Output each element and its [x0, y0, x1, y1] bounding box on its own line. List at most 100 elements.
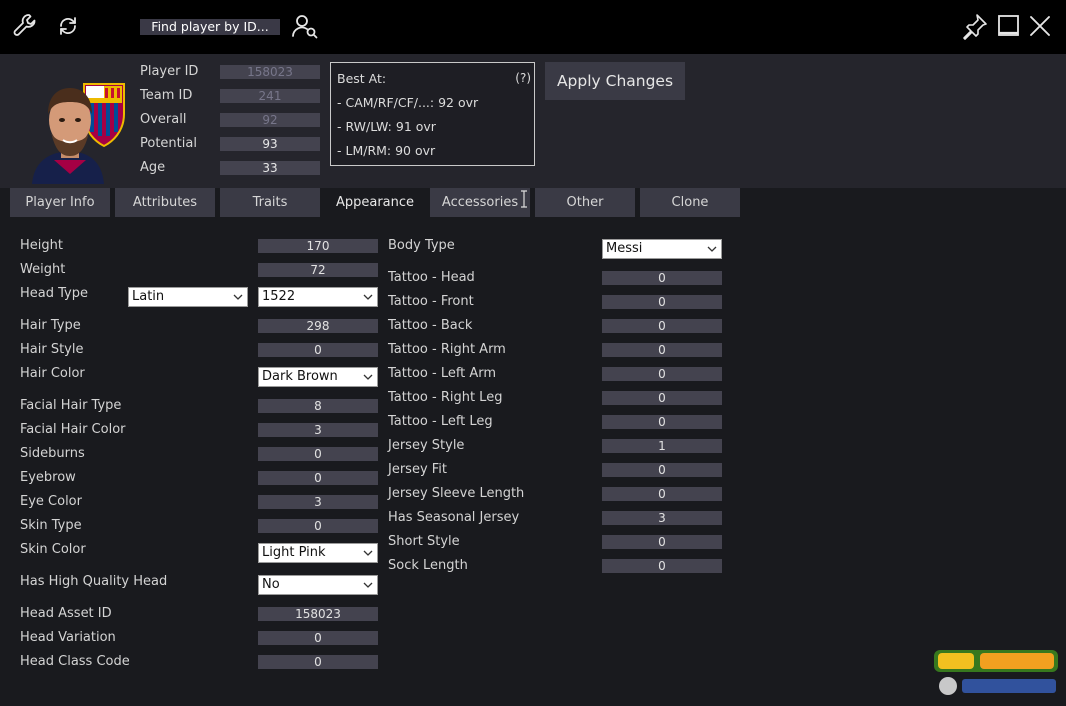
body-type-select[interactable]: Messi: [602, 239, 722, 259]
tab-traits[interactable]: Traits: [220, 188, 320, 217]
best-at-panel: Best At: (?) - CAM/RF/CF/...: 92 ovr - R…: [330, 62, 535, 166]
eyebrow-field[interactable]: 0: [258, 471, 378, 485]
tattoo-left-arm-field[interactable]: 0: [602, 367, 722, 381]
chevron-down-icon: [363, 550, 373, 556]
hair-color-select[interactable]: Dark Brown: [258, 367, 378, 387]
tattoo-right-arm-label: Tattoo - Right Arm: [388, 342, 506, 357]
facial-hair-type-field[interactable]: 8: [258, 399, 378, 413]
text-cursor-icon: [519, 190, 529, 208]
body-type-select-value: Messi: [606, 241, 643, 256]
hq-head-select[interactable]: No: [258, 575, 378, 595]
chevron-down-icon: [363, 294, 373, 300]
head-id-select-value: 1522: [262, 289, 296, 304]
tattoo-left-leg-label: Tattoo - Left Leg: [388, 414, 493, 429]
age-label: Age: [140, 160, 166, 175]
tattoo-front-field[interactable]: 0: [602, 295, 722, 309]
best-at-line: - RW/LW: 91 ovr: [337, 119, 436, 134]
tattoo-head-field[interactable]: 0: [602, 271, 722, 285]
head-variation-label: Head Variation: [20, 630, 116, 645]
sideburns-field[interactable]: 0: [258, 447, 378, 461]
jersey-style-label: Jersey Style: [388, 438, 465, 453]
tab-appearance[interactable]: Appearance: [325, 188, 425, 217]
user-search-icon[interactable]: [290, 11, 320, 41]
help-icon[interactable]: (?): [515, 71, 531, 85]
hair-color-select-value: Dark Brown: [262, 369, 338, 384]
eye-color-label: Eye Color: [20, 494, 82, 509]
tattoo-left-arm-label: Tattoo - Left Arm: [388, 366, 497, 381]
weight-field[interactable]: 72: [258, 263, 378, 277]
head-class-code-field[interactable]: 0: [258, 655, 378, 669]
chevron-down-icon: [707, 246, 717, 252]
eyebrow-label: Eyebrow: [20, 470, 76, 485]
tattoo-left-leg-field[interactable]: 0: [602, 415, 722, 429]
jersey-style-field[interactable]: 1: [602, 439, 722, 453]
tab-other[interactable]: Other: [535, 188, 635, 217]
hq-head-label: Has High Quality Head: [20, 574, 168, 589]
head-type-label: Head Type: [20, 286, 88, 301]
head-class-code-label: Head Class Code: [20, 654, 130, 669]
hair-style-label: Hair Style: [20, 342, 84, 357]
skin-type-field[interactable]: 0: [258, 519, 378, 533]
short-style-label: Short Style: [388, 534, 460, 549]
refresh-icon[interactable]: [53, 11, 83, 41]
tab-attributes[interactable]: Attributes: [115, 188, 215, 217]
age-field[interactable]: 33: [220, 161, 320, 175]
short-style-field[interactable]: 0: [602, 535, 722, 549]
facial-hair-color-field[interactable]: 3: [258, 423, 378, 437]
tattoo-right-leg-field[interactable]: 0: [602, 391, 722, 405]
chevron-down-icon: [363, 374, 373, 380]
head-type-select[interactable]: Latin: [128, 287, 248, 307]
jersey-sleeve-length-field[interactable]: 0: [602, 487, 722, 501]
tab-clone[interactable]: Clone: [640, 188, 740, 217]
hq-head-select-value: No: [262, 577, 280, 592]
apply-changes-button[interactable]: Apply Changes: [545, 62, 685, 100]
skin-color-select[interactable]: Light Pink: [258, 543, 378, 563]
tattoo-back-label: Tattoo - Back: [388, 318, 473, 333]
hair-style-field[interactable]: 0: [258, 343, 378, 357]
hair-type-label: Hair Type: [20, 318, 81, 333]
overall-label: Overall: [140, 112, 187, 127]
tab-accessories[interactable]: Accessories: [430, 188, 530, 217]
tattoo-front-label: Tattoo - Front: [388, 294, 474, 309]
potential-label: Potential: [140, 136, 197, 151]
head-asset-id-label: Head Asset ID: [20, 606, 112, 621]
skin-type-label: Skin Type: [20, 518, 82, 533]
team-id-field: 241: [220, 89, 320, 103]
team-id-label: Team ID: [140, 88, 193, 103]
sock-length-field[interactable]: 0: [602, 559, 722, 573]
sock-length-label: Sock Length: [388, 558, 468, 573]
find-player-button[interactable]: Find player by ID...: [140, 19, 280, 35]
seasonal-jersey-label: Has Seasonal Jersey: [388, 510, 520, 525]
tab-player-info[interactable]: Player Info: [10, 188, 110, 217]
head-asset-id-field[interactable]: 158023: [258, 607, 378, 621]
player-photo: [30, 80, 130, 184]
potential-field[interactable]: 93: [220, 137, 320, 151]
head-id-select[interactable]: 1522: [258, 287, 378, 307]
jersey-fit-field[interactable]: 0: [602, 463, 722, 477]
overall-field: 92: [220, 113, 320, 127]
eye-color-field[interactable]: 3: [258, 495, 378, 509]
best-at-line: - LM/RM: 90 ovr: [337, 143, 436, 158]
weight-label: Weight: [20, 262, 66, 277]
facial-hair-color-label: Facial Hair Color: [20, 422, 126, 437]
jersey-fit-label: Jersey Fit: [388, 462, 448, 477]
body-type-label: Body Type: [388, 238, 455, 253]
jersey-sleeve-length-label: Jersey Sleeve Length: [388, 486, 525, 501]
head-variation-field[interactable]: 0: [258, 631, 378, 645]
watermark-logo: [932, 646, 1060, 700]
height-label: Height: [20, 238, 63, 253]
hair-type-field[interactable]: 298: [258, 319, 378, 333]
player-id-field: 158023: [220, 65, 320, 79]
seasonal-jersey-field[interactable]: 3: [602, 511, 722, 525]
best-at-line: - CAM/RF/CF/...: 92 ovr: [337, 95, 479, 110]
facial-hair-type-label: Facial Hair Type: [20, 398, 122, 413]
tattoo-right-arm-field[interactable]: 0: [602, 343, 722, 357]
height-field[interactable]: 170: [258, 239, 378, 253]
player-id-label: Player ID: [140, 64, 199, 79]
minimize-icon[interactable]: [993, 11, 1023, 41]
head-type-select-value: Latin: [132, 289, 165, 304]
wrench-icon[interactable]: [10, 11, 40, 41]
tattoo-back-field[interactable]: 0: [602, 319, 722, 333]
close-icon[interactable]: [1025, 11, 1055, 41]
pin-icon[interactable]: [960, 11, 990, 41]
